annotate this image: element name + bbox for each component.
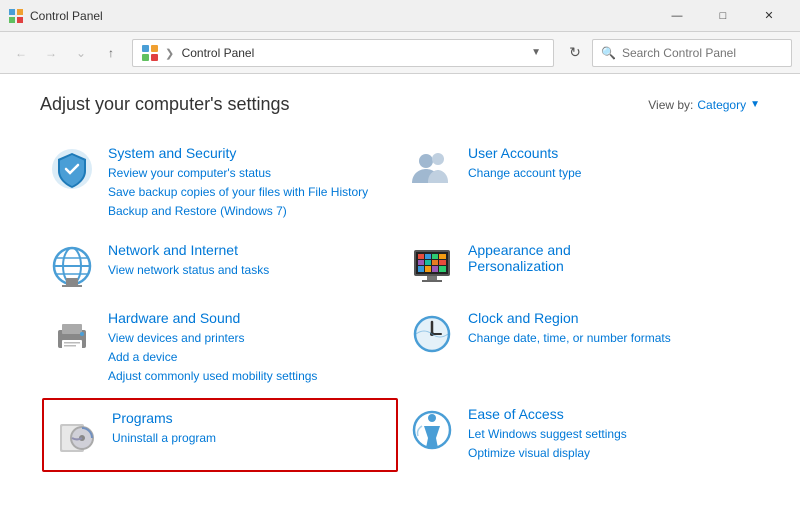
hardware-sound-link-1[interactable]: View devices and printers xyxy=(108,329,392,348)
network-internet-title[interactable]: Network and Internet xyxy=(108,242,392,258)
clock-region-icon xyxy=(408,310,456,358)
ease-of-access-link-1[interactable]: Let Windows suggest settings xyxy=(468,425,752,444)
main-header: Adjust your computer's settings View by:… xyxy=(40,94,760,115)
network-internet-icon xyxy=(48,242,96,290)
ease-of-access-icon xyxy=(408,406,456,454)
system-security-link-3[interactable]: Backup and Restore (Windows 7) xyxy=(108,202,392,221)
hardware-sound-text: Hardware and Sound View devices and prin… xyxy=(108,310,392,387)
system-security-link-2[interactable]: Save backup copies of your files with Fi… xyxy=(108,183,392,202)
chevron-down-icon[interactable]: ▼ xyxy=(750,99,760,110)
up-icon: ↑ xyxy=(108,46,114,60)
appearance-title[interactable]: Appearance andPersonalization xyxy=(468,242,752,274)
user-accounts-link-1[interactable]: Change account type xyxy=(468,164,752,183)
category-ease-of-access[interactable]: Ease of Access Let Windows suggest setti… xyxy=(400,396,760,473)
user-accounts-title[interactable]: User Accounts xyxy=(468,145,752,161)
system-security-link-1[interactable]: Review your computer's status xyxy=(108,164,392,183)
close-button[interactable]: ✕ xyxy=(746,0,792,32)
system-security-text: System and Security Review your computer… xyxy=(108,145,392,222)
user-accounts-text: User Accounts Change account type xyxy=(468,145,752,183)
hardware-sound-icon xyxy=(48,310,96,358)
address-path: ❯ Control Panel xyxy=(165,46,531,60)
address-path-text: Control Panel xyxy=(182,46,255,60)
category-programs[interactable]: Programs Uninstall a program xyxy=(42,398,398,471)
view-by: View by: Category ▼ xyxy=(648,98,760,112)
clock-region-link-1[interactable]: Change date, time, or number formats xyxy=(468,329,752,348)
clock-region-title[interactable]: Clock and Region xyxy=(468,310,752,326)
system-security-title[interactable]: System and Security xyxy=(108,145,392,161)
address-bar[interactable]: ❯ Control Panel ▼ xyxy=(132,39,554,67)
category-user-accounts[interactable]: User Accounts Change account type xyxy=(400,135,760,232)
search-input[interactable] xyxy=(622,46,783,60)
clock-region-text: Clock and Region Change date, time, or n… xyxy=(468,310,752,348)
ease-of-access-title[interactable]: Ease of Access xyxy=(468,406,752,422)
address-dropdown-icon[interactable]: ▼ xyxy=(531,47,541,58)
programs-icon xyxy=(52,410,100,458)
ease-of-access-link-2[interactable]: Optimize visual display xyxy=(468,444,752,463)
refresh-icon: ↻ xyxy=(569,44,581,61)
forward-button[interactable]: → xyxy=(38,40,64,66)
main-title: Adjust your computer's settings xyxy=(40,94,290,115)
search-box[interactable]: 🔍 xyxy=(592,39,792,67)
main-content: Adjust your computer's settings View by:… xyxy=(0,74,800,518)
back-button[interactable]: ← xyxy=(8,40,34,66)
appearance-text: Appearance andPersonalization xyxy=(468,242,752,277)
recent-locations-button[interactable]: ⌄ xyxy=(68,40,94,66)
address-bar-icon xyxy=(141,44,159,62)
system-security-icon xyxy=(48,145,96,193)
programs-link-1[interactable]: Uninstall a program xyxy=(112,429,388,448)
category-appearance[interactable]: Appearance andPersonalization xyxy=(400,232,760,300)
hardware-sound-link-2[interactable]: Add a device xyxy=(108,348,392,367)
title-bar: Control Panel — □ ✕ xyxy=(0,0,800,32)
user-accounts-icon xyxy=(408,145,456,193)
window-controls: — □ ✕ xyxy=(654,0,792,32)
dropdown-icon: ⌄ xyxy=(76,46,86,60)
back-icon: ← xyxy=(15,46,27,60)
category-hardware-sound[interactable]: Hardware and Sound View devices and prin… xyxy=(40,300,400,397)
appearance-icon xyxy=(408,242,456,290)
app-icon xyxy=(8,8,24,24)
network-internet-text: Network and Internet View network status… xyxy=(108,242,392,280)
refresh-button[interactable]: ↻ xyxy=(562,40,588,66)
view-by-label: View by: xyxy=(648,98,693,112)
category-clock-region[interactable]: Clock and Region Change date, time, or n… xyxy=(400,300,760,397)
ease-of-access-text: Ease of Access Let Windows suggest setti… xyxy=(468,406,752,463)
window-title: Control Panel xyxy=(30,9,654,23)
hardware-sound-title[interactable]: Hardware and Sound xyxy=(108,310,392,326)
programs-text: Programs Uninstall a program xyxy=(112,410,388,448)
up-button[interactable]: ↑ xyxy=(98,40,124,66)
view-by-value[interactable]: Category xyxy=(697,98,746,112)
maximize-button[interactable]: □ xyxy=(700,0,746,32)
search-icon: 🔍 xyxy=(601,46,616,60)
forward-icon: → xyxy=(45,46,57,60)
network-internet-link-1[interactable]: View network status and tasks xyxy=(108,261,392,280)
categories-grid: System and Security Review your computer… xyxy=(40,135,760,474)
programs-title[interactable]: Programs xyxy=(112,410,388,426)
minimize-button[interactable]: — xyxy=(654,0,700,32)
nav-bar: ← → ⌄ ↑ ❯ Control Panel ▼ ↻ 🔍 xyxy=(0,32,800,74)
hardware-sound-link-3[interactable]: Adjust commonly used mobility settings xyxy=(108,367,392,386)
category-system-security[interactable]: System and Security Review your computer… xyxy=(40,135,400,232)
category-network-internet[interactable]: Network and Internet View network status… xyxy=(40,232,400,300)
